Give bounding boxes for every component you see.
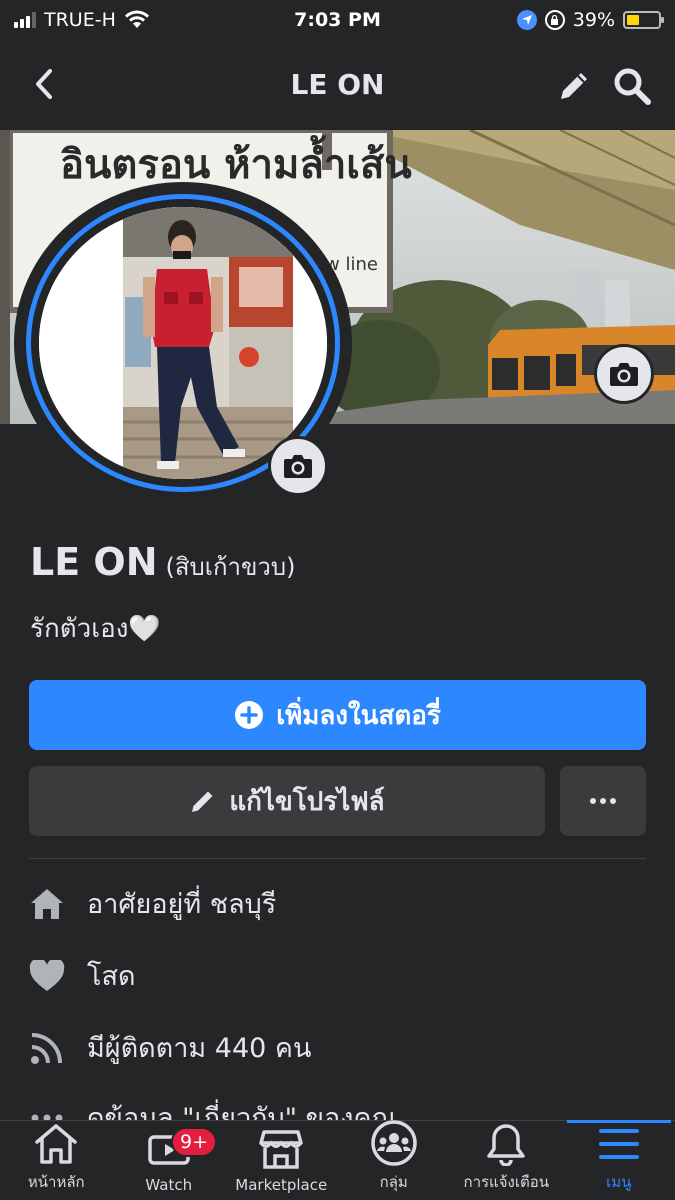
- info-lives-in: อาศัยอยู่ที่ ชลบุรี: [29, 882, 276, 925]
- tab-watch[interactable]: 9+ Watch: [113, 1121, 226, 1200]
- menu-icon: [596, 1121, 642, 1166]
- profile-camera-button[interactable]: [268, 436, 328, 496]
- bottom-tab-bar: หน้าหลัก 9+ Watch Marketplace กลุ่ม การแ…: [0, 1120, 675, 1200]
- pencil-icon: [192, 791, 213, 812]
- back-button[interactable]: [22, 62, 66, 106]
- profile-name-row: LE ON (สิบเก้าขวบ): [30, 540, 295, 586]
- status-bar: TRUE-H 7:03 PM 39%: [0, 0, 675, 40]
- cover-sign-text: อินตรอน ห้ามล้ำเส้น: [60, 135, 412, 188]
- camera-icon: [284, 455, 312, 478]
- profile-alternate-name: (สิบเก้าขวบ): [165, 553, 296, 581]
- watch-badge: 9+: [171, 1127, 217, 1157]
- home-icon: [29, 886, 65, 922]
- tab-label: Watch: [145, 1176, 193, 1194]
- info-followers[interactable]: มีผู้ติดตาม 440 คน: [29, 1026, 311, 1069]
- info-relationship: โสด: [29, 954, 136, 997]
- lives-in-text: อาศัยอยู่ที่ ชลบุรี: [87, 889, 277, 920]
- groups-icon: [371, 1120, 417, 1166]
- pencil-icon: [561, 73, 587, 99]
- heart-icon: [29, 958, 65, 994]
- add-to-story-button[interactable]: เพิ่มลงในสตอรี่: [29, 680, 646, 750]
- tab-menu[interactable]: เมนู: [563, 1120, 675, 1200]
- profile-name: LE ON: [30, 540, 158, 584]
- relationship-text: โสด: [87, 961, 136, 992]
- search-icon: [614, 68, 651, 105]
- divider: [29, 858, 646, 859]
- wifi-icon: [124, 10, 149, 28]
- location-icon: [516, 10, 537, 30]
- followers-text: มีผู้ติดตาม 440 คน: [87, 1033, 312, 1064]
- orientation-lock-icon: [544, 10, 565, 30]
- status-right: 39%: [516, 9, 664, 31]
- tab-label: หน้าหลัก: [27, 1173, 85, 1191]
- battery-icon: [623, 11, 664, 29]
- tab-home[interactable]: หน้าหลัก: [0, 1121, 113, 1200]
- nav-bar: LE ON: [0, 40, 675, 128]
- status-left: TRUE-H: [14, 9, 150, 31]
- marketplace-icon: [258, 1126, 304, 1172]
- edit-button[interactable]: [552, 64, 596, 108]
- more-options-button[interactable]: [560, 766, 646, 836]
- bell-icon: [483, 1121, 529, 1166]
- profile-bio: รักตัวเอง🤍: [30, 614, 161, 644]
- tab-notifications[interactable]: การแจ้งเตือน: [450, 1121, 563, 1200]
- tab-groups[interactable]: กลุ่ม: [338, 1120, 451, 1200]
- plus-circle-icon: [235, 701, 264, 729]
- home-icon: [33, 1121, 79, 1166]
- carrier-name: TRUE-H: [44, 9, 116, 31]
- cover-camera-button[interactable]: [594, 344, 654, 404]
- more-dots-icon: [590, 798, 616, 804]
- camera-icon: [610, 363, 638, 386]
- signal-icon: [14, 12, 36, 28]
- tab-label: เมนู: [606, 1173, 632, 1191]
- tab-marketplace[interactable]: Marketplace: [225, 1121, 338, 1200]
- edit-profile-label: แก้ไขโปรไฟล์: [229, 786, 385, 817]
- add-to-story-label: เพิ่มลงในสตอรี่: [276, 700, 441, 731]
- edit-profile-button[interactable]: แก้ไขโปรไฟล์: [29, 766, 545, 836]
- search-button[interactable]: [608, 64, 656, 108]
- tab-label: การแจ้งเตือน: [463, 1173, 549, 1191]
- tab-label: Marketplace: [235, 1176, 328, 1194]
- tab-label: กลุ่ม: [379, 1173, 408, 1191]
- battery-percent: 39%: [572, 9, 615, 31]
- followers-icon: [29, 1030, 65, 1066]
- battery-fill: [627, 15, 639, 25]
- back-icon: [36, 69, 52, 99]
